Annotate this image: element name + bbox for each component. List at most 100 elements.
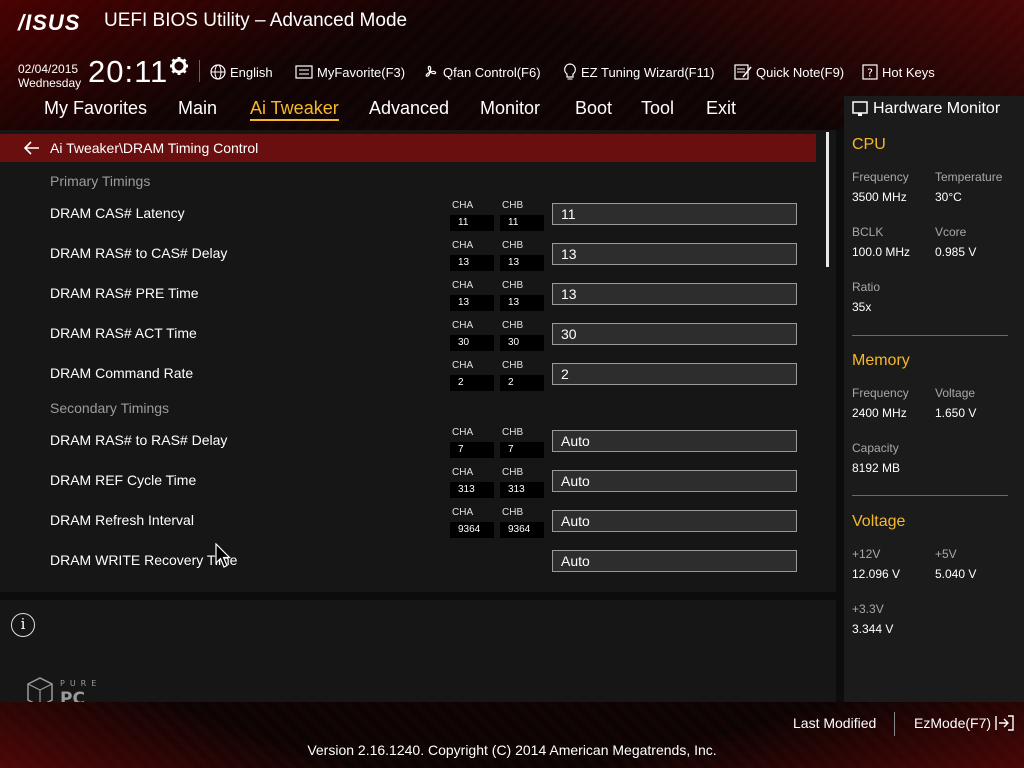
channel-a-readout: CHA 11: [450, 200, 494, 232]
section-divider: [852, 335, 1008, 336]
bclk-value: 100.0 MHz: [852, 245, 911, 259]
channel-a-label: CHA: [452, 320, 474, 331]
cpu-temperature-label: Temperature: [935, 170, 1003, 184]
footer-bar: Last Modified EzMode(F7) Version 2.16.12…: [0, 702, 1024, 768]
breadcrumb[interactable]: Ai Tweaker\DRAM Timing Control: [0, 134, 816, 162]
ezmode-button[interactable]: EzMode(F7): [914, 715, 1014, 731]
channel-b-label: CHB: [502, 360, 524, 371]
tab-my-favorites[interactable]: My Favorites: [44, 98, 147, 119]
tab-ai-tweaker[interactable]: Ai Tweaker: [250, 98, 339, 121]
tab-exit[interactable]: Exit: [706, 98, 736, 119]
setting-label[interactable]: DRAM RAS# ACT Time: [50, 325, 197, 341]
channel-b-readout: CHB 11: [500, 200, 544, 232]
refresh-interval-field[interactable]: Auto: [552, 510, 797, 532]
ez-tuning-wizard-button[interactable]: EZ Tuning Wizard(F11): [563, 62, 714, 82]
channel-b-value: 9364: [500, 522, 544, 538]
hardware-monitor-panel: Hardware Monitor CPU Frequency Temperatu…: [844, 96, 1024, 702]
setting-label[interactable]: DRAM Refresh Interval: [50, 512, 194, 528]
channel-a-value: 11: [450, 215, 494, 231]
vcore-label: Vcore: [935, 225, 967, 239]
ezmode-label: EzMode(F7): [914, 715, 992, 731]
memory-frequency-value: 2400 MHz: [852, 406, 907, 420]
ref-cycle-time-field[interactable]: Auto: [552, 470, 797, 492]
qfan-control-button[interactable]: Qfan Control(F6): [421, 62, 541, 82]
channel-a-readout: CHA 313: [450, 467, 494, 499]
ras-pre-time-field[interactable]: 13: [552, 283, 797, 305]
last-modified-button[interactable]: Last Modified: [793, 715, 876, 731]
cpu-frequency-value: 3500 MHz: [852, 190, 907, 204]
date-display: 02/04/2015 Wednesday: [18, 62, 81, 90]
channel-a-label: CHA: [452, 360, 474, 371]
channel-a-label: CHA: [452, 467, 474, 478]
vcore-value: 0.985 V: [935, 245, 977, 259]
toolbar-divider: [199, 60, 200, 82]
setting-label[interactable]: DRAM WRITE Recovery Time: [50, 552, 237, 568]
channel-b-readout: CHB 7: [500, 427, 544, 459]
channel-b-label: CHB: [502, 427, 524, 438]
setting-label[interactable]: DRAM REF Cycle Time: [50, 472, 196, 488]
secondary-timings-heading: Secondary Timings: [50, 400, 170, 416]
channel-b-label: CHB: [502, 507, 524, 518]
date-text: 02/04/2015: [18, 62, 79, 76]
cas-latency-field[interactable]: 11: [552, 203, 797, 225]
channel-a-label: CHA: [452, 507, 474, 518]
ez-tuning-wizard-label: EZ Tuning Wizard(F11): [581, 64, 715, 80]
cpu-frequency-label: Frequency: [852, 170, 909, 184]
tab-advanced[interactable]: Advanced: [369, 98, 449, 119]
memory-voltage-label: Voltage: [935, 386, 976, 400]
back-arrow-icon[interactable]: [24, 141, 40, 155]
ras-to-ras-delay-field[interactable]: Auto: [552, 430, 797, 452]
channel-a-value: 9364: [450, 522, 494, 538]
ras-act-time-field[interactable]: 30: [552, 323, 797, 345]
channel-a-label: CHA: [452, 200, 474, 211]
command-rate-field[interactable]: 2: [552, 363, 797, 385]
quick-note-label: Quick Note(F9): [756, 64, 845, 80]
tab-main[interactable]: Main: [178, 98, 217, 119]
memory-voltage-value: 1.650 V: [935, 406, 977, 420]
channel-b-label: CHB: [502, 240, 524, 251]
channel-b-readout: CHB 9364: [500, 507, 544, 539]
setting-label[interactable]: DRAM Command Rate: [50, 365, 193, 381]
channel-a-value: 2: [450, 375, 494, 391]
memory-capacity-label: Capacity: [852, 441, 899, 455]
bclk-label: BCLK: [852, 225, 884, 239]
hardware-monitor-label: Hardware Monitor: [873, 100, 1001, 117]
primary-timings-heading: Primary Timings: [50, 173, 151, 189]
channel-b-value: 7: [500, 442, 544, 458]
setting-label[interactable]: DRAM RAS# to CAS# Delay: [50, 245, 227, 261]
ras-to-cas-delay-field[interactable]: 13: [552, 243, 797, 265]
bulb-icon: [564, 63, 576, 80]
channel-a-readout: CHA 7: [450, 427, 494, 459]
channel-b-readout: CHB 2: [500, 360, 544, 392]
language-button[interactable]: English: [210, 62, 273, 82]
quick-note-button[interactable]: Quick Note(F9): [734, 62, 844, 82]
tab-monitor[interactable]: Monitor: [480, 98, 540, 119]
channel-a-readout: CHA 2: [450, 360, 494, 392]
tab-boot[interactable]: Boot: [575, 98, 612, 119]
myfavorite-label: MyFavorite(F3): [317, 64, 406, 80]
help-description-area: i: [0, 600, 836, 702]
section-divider: [852, 495, 1008, 496]
tab-tool[interactable]: Tool: [641, 98, 674, 119]
svg-text:?: ?: [867, 67, 873, 80]
version-copyright: Version 2.16.1240. Copyright (C) 2014 Am…: [307, 742, 717, 758]
info-icon: i: [11, 613, 35, 637]
channel-a-readout: CHA 13: [450, 240, 494, 272]
scrollbar[interactable]: [826, 132, 829, 267]
channel-a-readout: CHA 13: [450, 280, 494, 312]
setting-label[interactable]: DRAM RAS# to RAS# Delay: [50, 432, 227, 448]
write-recovery-time-field[interactable]: Auto: [552, 550, 797, 572]
setting-label[interactable]: DRAM RAS# PRE Time: [50, 285, 199, 301]
setting-label[interactable]: DRAM CAS# Latency: [50, 205, 185, 221]
channel-b-value: 2: [500, 375, 544, 391]
hot-keys-button[interactable]: ? Hot Keys: [862, 62, 935, 82]
channel-b-label: CHB: [502, 320, 524, 331]
memory-heading: Memory: [852, 352, 910, 369]
footer-divider: [894, 712, 895, 736]
channel-b-label: CHB: [502, 280, 524, 291]
channel-a-readout: CHA 30: [450, 320, 494, 352]
channel-b-value: 313: [500, 482, 544, 498]
channel-b-readout: CHB 313: [500, 467, 544, 499]
gear-icon[interactable]: [169, 56, 189, 76]
myfavorite-button[interactable]: MyFavorite(F3): [295, 62, 405, 82]
